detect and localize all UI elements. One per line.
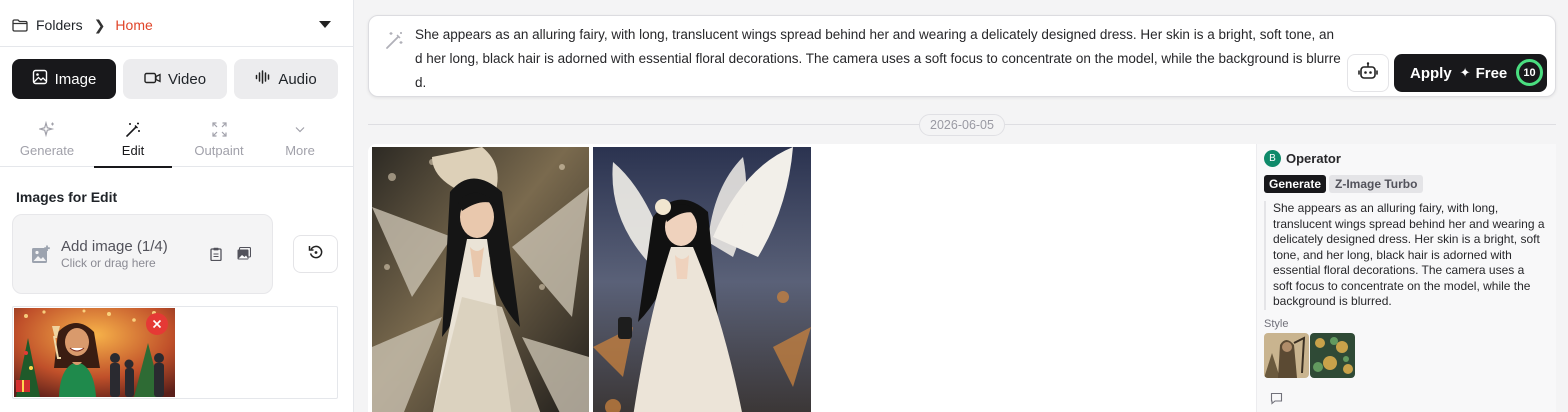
add-image-dropzone[interactable]: Add image (1/4) Click or drag here bbox=[12, 214, 273, 294]
credits-badge: 10 bbox=[1516, 59, 1543, 86]
section-title: Images for Edit bbox=[16, 189, 118, 205]
tab-video[interactable]: Video bbox=[123, 59, 227, 99]
add-image-icon bbox=[31, 245, 51, 270]
expand-icon bbox=[211, 120, 227, 138]
magic-wand-icon bbox=[125, 120, 142, 138]
result-prompt-text: She appears as an alluring fairy, with l… bbox=[1264, 201, 1546, 310]
tool-tabs: Generate Edit Outpaint More bbox=[0, 115, 353, 168]
close-icon bbox=[152, 316, 162, 332]
gallery-icon[interactable] bbox=[237, 246, 252, 265]
reset-icon bbox=[308, 244, 324, 265]
reset-button[interactable] bbox=[293, 235, 338, 273]
date-label: 2026-06-05 bbox=[919, 114, 1005, 136]
image-icon bbox=[32, 69, 48, 89]
tab-audio[interactable]: Audio bbox=[234, 59, 338, 99]
result-details-panel: B Operator Generate Z-Image Turbo She ap… bbox=[1256, 144, 1556, 412]
uploaded-images bbox=[12, 306, 338, 399]
remove-image-button[interactable] bbox=[146, 313, 168, 335]
tab-audio-label: Audio bbox=[278, 70, 317, 88]
sparkle-icon bbox=[38, 120, 56, 138]
breadcrumb-root[interactable]: Folders bbox=[36, 17, 83, 33]
style-thumbnail-1[interactable] bbox=[1264, 333, 1309, 378]
operator-name: Operator bbox=[1286, 151, 1341, 166]
model-badge: Z-Image Turbo bbox=[1329, 175, 1424, 193]
add-image-label: Add image (1/4) bbox=[61, 238, 168, 255]
breadcrumb-current[interactable]: Home bbox=[115, 17, 152, 33]
clipboard-icon[interactable] bbox=[210, 247, 222, 266]
prompt-box: She appears as an alluring fairy, with l… bbox=[368, 15, 1556, 97]
style-thumbnail-2[interactable] bbox=[1310, 333, 1355, 378]
generated-image-1[interactable] bbox=[372, 147, 589, 412]
robot-icon bbox=[1358, 61, 1378, 85]
apply-button[interactable]: Apply ✦ Free 10 bbox=[1394, 54, 1547, 92]
breadcrumb: Folders ❯ Home bbox=[12, 14, 153, 36]
tab-generate[interactable]: Generate bbox=[8, 115, 86, 167]
comment-icon[interactable] bbox=[1270, 392, 1283, 410]
tab-image[interactable]: Image bbox=[12, 59, 116, 99]
tab-generate-label: Generate bbox=[19, 143, 75, 158]
tab-outpaint[interactable]: Outpaint bbox=[180, 115, 258, 167]
sparkle-icon: ✦ bbox=[1459, 65, 1471, 80]
tab-outpaint-label: Outpaint bbox=[194, 143, 244, 158]
media-type-tabs: Image Video Audio bbox=[12, 59, 338, 99]
tab-edit[interactable]: Edit bbox=[94, 115, 172, 168]
tab-video-label: Video bbox=[167, 70, 207, 88]
chevron-down-icon bbox=[295, 120, 305, 138]
tab-edit-label: Edit bbox=[121, 143, 145, 158]
style-label: Style bbox=[1264, 318, 1289, 330]
apply-label: Apply bbox=[1410, 64, 1452, 82]
generated-image-2[interactable] bbox=[593, 147, 811, 412]
folder-icon bbox=[12, 18, 28, 32]
tab-more[interactable]: More bbox=[261, 115, 339, 167]
prompt-input[interactable]: She appears as an alluring fairy, with l… bbox=[415, 23, 1341, 95]
tab-more-label: More bbox=[285, 143, 315, 158]
left-sidebar: Folders ❯ Home Image Video Audio Generat… bbox=[0, 0, 354, 412]
chevron-right-icon: ❯ bbox=[93, 16, 106, 33]
free-label: Free bbox=[1475, 64, 1508, 82]
divider bbox=[0, 46, 353, 47]
magic-wand-icon bbox=[385, 30, 405, 55]
add-image-hint: Click or drag here bbox=[61, 256, 156, 270]
video-icon bbox=[144, 71, 161, 88]
prompt-assistant-button[interactable] bbox=[1347, 54, 1389, 92]
audio-wave-icon bbox=[255, 70, 271, 88]
mode-badge: Generate bbox=[1264, 175, 1327, 193]
folder-dropdown-caret-icon[interactable] bbox=[318, 18, 332, 30]
avatar: B bbox=[1264, 150, 1281, 167]
tab-image-label: Image bbox=[54, 70, 97, 88]
